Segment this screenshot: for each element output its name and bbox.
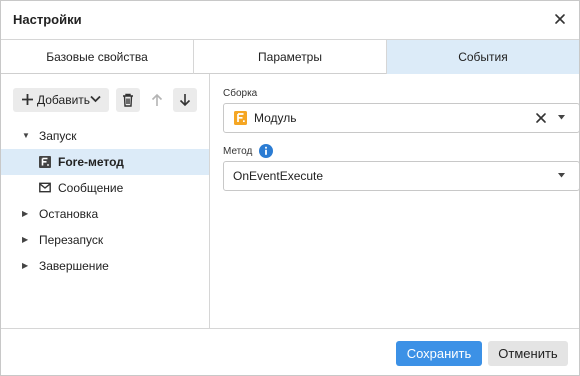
caret-right-icon[interactable]: ▶ — [22, 227, 28, 253]
caret-down-icon[interactable]: ▼ — [22, 123, 30, 149]
dropdown-arrow-icon[interactable] — [558, 115, 565, 120]
cancel-button[interactable]: Отменить — [488, 341, 568, 366]
arrow-up-icon — [151, 93, 163, 106]
chevron-down-icon — [90, 95, 101, 103]
plus-icon — [22, 94, 33, 105]
tree-node-label: Остановка — [39, 207, 99, 221]
tree-node-restart[interactable]: ▶ Перезапуск — [1, 227, 209, 253]
tree-node-label: Fore-метод — [58, 155, 124, 169]
tree-node-stop[interactable]: ▶ Остановка — [1, 201, 209, 227]
method-label: Метод — [223, 146, 253, 157]
tree-node-label: Сообщение — [58, 181, 124, 195]
dropdown-arrow-icon[interactable] — [558, 173, 565, 178]
info-icon[interactable] — [259, 144, 273, 158]
tab-parameters[interactable]: Параметры — [194, 40, 387, 74]
assembly-label: Сборка — [223, 88, 258, 99]
tree-node-finish[interactable]: ▶ Завершение — [1, 253, 209, 279]
caret-right-icon[interactable]: ▶ — [22, 201, 28, 227]
events-tree: ▼ Запуск Fore-метод Сообщение ▶ Остановк… — [1, 123, 209, 279]
move-down-button[interactable] — [173, 88, 197, 112]
tree-node-label: Завершение — [39, 259, 109, 273]
caret-right-icon[interactable]: ▶ — [22, 253, 28, 279]
assembly-select[interactable]: Модуль — [223, 103, 580, 133]
tab-bar: Базовые свойства Параметры События — [1, 39, 579, 74]
tab-events[interactable]: События — [387, 40, 579, 74]
clear-icon[interactable] — [535, 112, 547, 124]
dialog-title: Настройки — [13, 12, 82, 27]
assembly-value: Модуль — [254, 111, 297, 125]
save-button[interactable]: Сохранить — [396, 341, 482, 366]
event-handler-form: Сборка Модуль Метод OnEventExecute — [211, 74, 580, 328]
move-up-button[interactable] — [145, 88, 169, 112]
method-value: OnEventExecute — [233, 169, 324, 183]
delete-button[interactable] — [116, 88, 140, 112]
tree-node-label: Перезапуск — [39, 233, 104, 247]
events-tree-panel: Добавить ▼ Запуск Fore-метод Сообщение ▶… — [1, 74, 210, 328]
method-select[interactable]: OnEventExecute — [223, 161, 580, 191]
fore-method-icon — [39, 156, 51, 168]
close-icon[interactable] — [551, 10, 569, 28]
tree-node-start[interactable]: ▼ Запуск — [1, 123, 209, 149]
dialog-footer: Сохранить Отменить — [1, 328, 579, 375]
dialog-titlebar: Настройки — [1, 1, 579, 39]
trash-icon — [123, 93, 133, 107]
settings-dialog: Настройки Базовые свойства Параметры Соб… — [0, 0, 580, 376]
module-icon — [234, 111, 247, 125]
add-button[interactable]: Добавить — [13, 88, 109, 112]
arrow-down-icon — [179, 94, 191, 107]
envelope-icon — [39, 182, 51, 193]
add-button-label: Добавить — [37, 93, 91, 107]
tree-node-label: Запуск — [39, 129, 77, 143]
tab-basic-properties[interactable]: Базовые свойства — [1, 40, 194, 74]
tree-node-message[interactable]: Сообщение — [1, 175, 209, 201]
tree-node-fore-method[interactable]: Fore-метод — [1, 149, 209, 175]
